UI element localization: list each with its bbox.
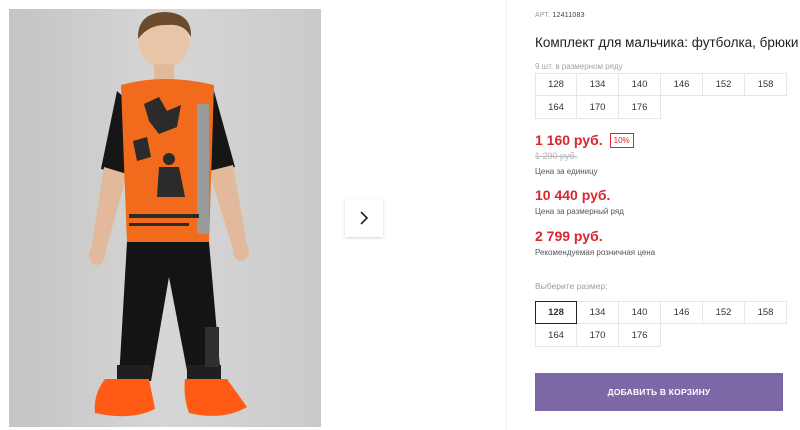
- old-price: 1 290 руб.: [535, 151, 578, 161]
- product-title: Комплект для мальчика: футболка, брюки: [535, 35, 799, 50]
- product-photo[interactable]: [9, 9, 321, 427]
- size-row-cell-152: 152: [703, 73, 745, 96]
- retail-price: 2 799 руб.: [535, 228, 603, 244]
- size-option-170[interactable]: 170: [577, 324, 619, 347]
- unit-price: 1 160 руб. 10%: [535, 132, 634, 148]
- size-row-cell-170: 170: [577, 96, 619, 119]
- size-picker: 128 134 140 146 152 158 164 170 176: [535, 301, 787, 347]
- retail-price-label: Рекомендуемая розничная цена: [535, 248, 656, 257]
- size-row-table: 128 134 140 146 152 158 164 170 176: [535, 73, 787, 119]
- size-option-164[interactable]: 164: [535, 324, 577, 347]
- size-option-152[interactable]: 152: [703, 301, 745, 324]
- row-price-label: Цена за размерный ряд: [535, 207, 624, 216]
- size-row-cell-146: 146: [661, 73, 703, 96]
- chevron-right-icon: [360, 211, 369, 225]
- size-option-140[interactable]: 140: [619, 301, 661, 324]
- size-option-128[interactable]: 128: [535, 301, 577, 324]
- size-row-cell-140: 140: [619, 73, 661, 96]
- sizes-in-row-note: 9 шт. в размерном ряду: [535, 62, 623, 71]
- product-page: АРТ. 12411083 Комплект для мальчика: фут…: [0, 0, 800, 430]
- product-gallery: [9, 9, 506, 427]
- size-option-158[interactable]: 158: [745, 301, 787, 324]
- size-option-146[interactable]: 146: [661, 301, 703, 324]
- article-number: АРТ. 12411083: [535, 12, 585, 19]
- add-to-cart-button[interactable]: ДОБАВИТЬ В КОРЗИНУ: [535, 373, 783, 411]
- article-code: 12411083: [552, 12, 585, 19]
- current-price: 1 160 руб.: [535, 132, 603, 148]
- choose-size-label: Выберите размер:: [535, 281, 608, 291]
- size-row-cell-164: 164: [535, 96, 577, 119]
- panel-divider: [506, 0, 507, 430]
- gallery-next-button[interactable]: [345, 199, 383, 237]
- article-label: АРТ.: [535, 12, 551, 19]
- size-row-cell-158: 158: [745, 73, 787, 96]
- size-option-134[interactable]: 134: [577, 301, 619, 324]
- size-option-176[interactable]: 176: [619, 324, 661, 347]
- discount-badge: 10%: [609, 132, 634, 148]
- unit-price-label: Цена за единицу: [535, 167, 598, 176]
- size-row-cell-128: 128: [535, 73, 577, 96]
- row-price: 10 440 руб.: [535, 187, 611, 203]
- size-row-cell-176: 176: [619, 96, 661, 119]
- size-row-cell-134: 134: [577, 73, 619, 96]
